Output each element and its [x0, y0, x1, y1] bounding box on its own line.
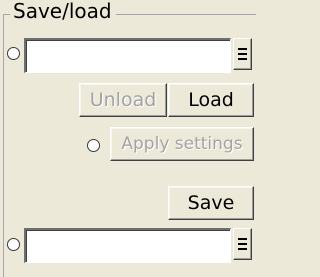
hamburger-menu-icon — [238, 238, 247, 250]
load-radio-button[interactable] — [7, 47, 20, 60]
save-load-panel: Save/load Unload Load Apply settings Sav… — [0, 0, 259, 277]
save-menu-button[interactable] — [233, 228, 252, 260]
save-button[interactable]: Save — [168, 186, 254, 220]
hamburger-menu-icon — [238, 48, 247, 60]
load-menu-button[interactable] — [233, 38, 252, 70]
save-file-field[interactable] — [24, 228, 231, 263]
load-file-field[interactable] — [24, 38, 231, 73]
apply-settings-button[interactable]: Apply settings — [110, 127, 254, 161]
unload-button[interactable]: Unload — [79, 83, 167, 117]
group-title: Save/load — [10, 0, 116, 22]
apply-settings-radio-button[interactable] — [87, 139, 100, 152]
save-radio-button[interactable] — [7, 238, 20, 251]
load-button[interactable]: Load — [168, 83, 254, 117]
